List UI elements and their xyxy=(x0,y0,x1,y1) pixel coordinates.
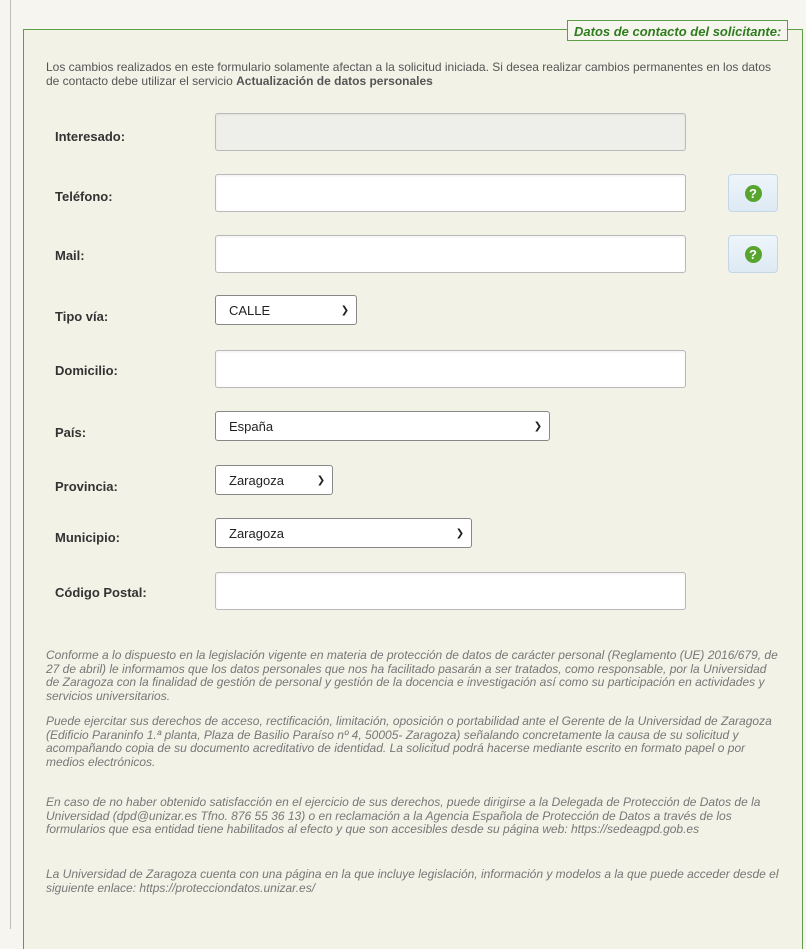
legal-paragraph-1: Conforme a lo dispuesto en la legislació… xyxy=(46,648,778,703)
legal-paragraph-2: Puede ejercitar sus derechos de acceso, … xyxy=(46,714,772,769)
telefono-label: Teléfono: xyxy=(55,189,113,204)
question-mark-icon: ? xyxy=(744,184,762,202)
chevron-down-icon: ❯ xyxy=(340,304,350,316)
chevron-down-icon: ❯ xyxy=(533,420,543,432)
chevron-down-icon: ❯ xyxy=(455,527,465,539)
tipo-via-select[interactable]: CALLE ❯ xyxy=(215,295,357,325)
municipio-label: Municipio: xyxy=(55,530,120,545)
municipio-select[interactable]: Zaragoza ❯ xyxy=(215,518,472,548)
page-left-border xyxy=(10,0,11,929)
provincia-label: Provincia: xyxy=(55,479,118,494)
provincia-selected: Zaragoza xyxy=(229,472,284,488)
domicilio-label: Domicilio: xyxy=(55,363,118,378)
domicilio-input[interactable] xyxy=(215,350,686,388)
tipo-via-label: Tipo vía: xyxy=(55,309,109,324)
mail-help-button[interactable]: ? xyxy=(728,235,778,273)
legal-paragraph-3: En caso de no haber obtenido satisfacció… xyxy=(46,795,761,836)
fieldset-legend: Datos de contacto del solicitante: xyxy=(567,20,789,41)
interesado-field[interactable] xyxy=(215,113,686,151)
provincia-select[interactable]: Zaragoza ❯ xyxy=(215,465,333,495)
mail-input[interactable] xyxy=(215,235,686,273)
question-mark-icon: ? xyxy=(744,245,762,263)
telefono-input[interactable] xyxy=(215,174,686,212)
interesado-label: Interesado: xyxy=(55,129,126,144)
chevron-down-icon: ❯ xyxy=(316,474,326,486)
mail-label: Mail: xyxy=(55,248,85,263)
tipo-via-selected: CALLE xyxy=(229,302,271,318)
codigo-postal-label: Código Postal: xyxy=(55,585,147,600)
legal-paragraph-4: La Universidad de Zaragoza cuenta con un… xyxy=(46,867,779,895)
pais-selected: España xyxy=(229,418,274,434)
codigo-postal-input[interactable] xyxy=(215,572,686,610)
municipio-selected: Zaragoza xyxy=(229,525,284,541)
update-personal-data-service: Actualización de datos personales xyxy=(236,74,433,88)
pais-select[interactable]: España ❯ xyxy=(215,411,550,441)
intro-notice: Los cambios realizados en este formulari… xyxy=(46,60,781,88)
pais-label: País: xyxy=(55,425,87,440)
telefono-help-button[interactable]: ? xyxy=(728,174,778,212)
